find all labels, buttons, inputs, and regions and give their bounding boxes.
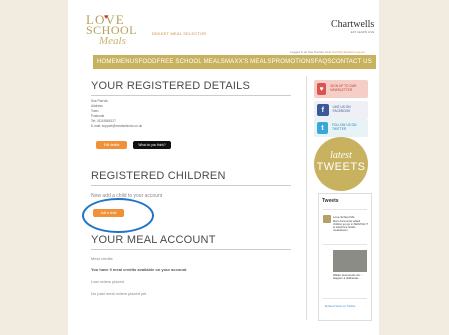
divider (323, 244, 367, 245)
feed-title: Tweets (322, 198, 339, 204)
nav-menus[interactable]: MENUS (116, 59, 139, 65)
last-orders-label: Last orders placed (91, 279, 124, 284)
facebook-link[interactable]: f LIKE US ON FACEBOOK (314, 101, 368, 119)
twitter-icon: t (317, 122, 328, 134)
divider (323, 209, 367, 210)
registered-children-title: REGISTERED CHILDREN (91, 170, 226, 182)
main-nav: HOME MENUS FOOD FREE SCHOOL MEALS MAXX'S… (93, 55, 376, 69)
brand-sub: EAT LEARN LIVE (350, 30, 375, 34)
heart-icon: ♥ (317, 83, 327, 95)
divider (91, 95, 291, 96)
newsletter-signup[interactable]: ♥ SIGN UP TO OUR NEWSLETTER (314, 80, 368, 98)
avatar (323, 215, 331, 223)
meal-account-title: YOUR MEAL ACCOUNT (91, 234, 216, 246)
account-actions[interactable]: View Cart My account Log out (325, 50, 365, 54)
highlight-circle (82, 198, 154, 233)
account-links: Logged in as Sue Parrots View Cart My ac… (290, 50, 365, 54)
nav-home[interactable]: HOME (97, 59, 116, 65)
latest-tweets-badge: latest TWEETS (314, 137, 368, 191)
facebook-label: LIKE US ON FACEBOOK (332, 105, 351, 113)
twitter-label: FOLLOW US ON TWITTER (331, 123, 357, 131)
divider (91, 249, 291, 250)
nav-faqs[interactable]: FAQS (315, 59, 332, 65)
feedback-button[interactable]: What do you think? (133, 141, 171, 149)
nav-free-school-meals[interactable]: FREE SCHOOL MEALS (157, 59, 225, 65)
heart-icon: ♥ (104, 14, 109, 21)
chartwells-logo[interactable]: Chartwells EAT LEARN LIVE (331, 19, 374, 34)
divider (323, 298, 367, 299)
registered-details-info: Sue Parrots Address Town Postcode Tel: 0… (91, 99, 142, 129)
nav-food[interactable]: FOOD (139, 59, 157, 65)
newsletter-label: SIGN UP TO OUR NEWSLETTER (330, 84, 357, 92)
tweet-caption: Walter documents am... Happen a delibera… (333, 273, 363, 281)
feed-links[interactable]: Embed View on Twitter (325, 304, 356, 308)
facebook-icon: f (317, 104, 329, 116)
latest-label: latest (330, 150, 352, 161)
nav-maxxs-meals[interactable]: MAXX'S MEALS (225, 59, 272, 65)
tweets-label: TWEETS (316, 161, 366, 173)
tagline: DEKKET MEAL SELECTOR (152, 31, 207, 36)
twitter-link[interactable]: t FOLLOW US ON TWITTER (314, 119, 368, 137)
meal-credits-text: You have 0 meal credits available on you… (91, 267, 187, 272)
sidebar-divider (306, 76, 307, 320)
logo-line3: Meals (99, 35, 126, 47)
divider (91, 185, 291, 186)
account-prefix: Logged in as Sue Parrots (290, 50, 324, 54)
meal-credits-label: Meal credits (91, 256, 113, 261)
registered-details-title: YOUR REGISTERED DETAILS (91, 80, 251, 92)
twitter-feed[interactable]: Tweets Love School Me More documents add… (318, 193, 372, 321)
love-school-meals-logo[interactable]: LOVE ♥ SCHOOL Meals (86, 12, 146, 47)
edit-details-button[interactable]: Edit details (96, 141, 127, 149)
last-orders-text: No past meal orders placed yet (91, 291, 147, 296)
tweet-text: More documents added children get go to … (333, 220, 368, 232)
detail-email: E-mail: support@mealselector.co.uk (91, 124, 143, 128)
nav-promotions[interactable]: PROMOTIONS (272, 59, 315, 65)
brand-name: Chartwells (331, 19, 375, 30)
nav-contact-us[interactable]: CONTACT US (331, 59, 371, 65)
tweet-user[interactable]: Love School Me (333, 215, 355, 219)
meal-credits-value: You have 0 meal credits available on you… (91, 267, 187, 272)
tweet-photo[interactable] (333, 250, 367, 272)
